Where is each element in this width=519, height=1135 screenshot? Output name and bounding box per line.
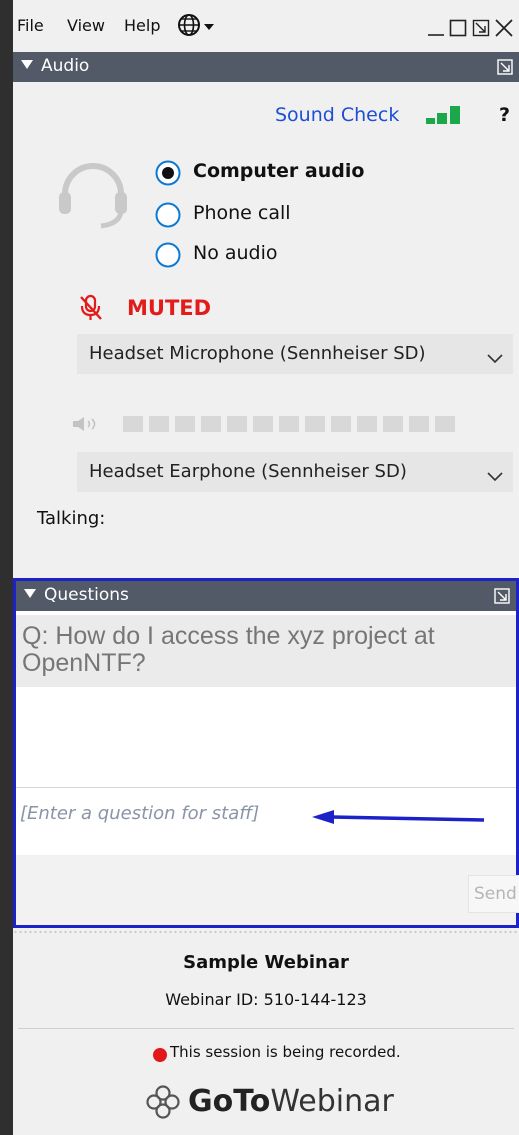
close-icon[interactable] <box>495 19 513 41</box>
chevron-down-icon <box>487 348 503 369</box>
sound-check-link[interactable]: Sound Check <box>275 104 399 126</box>
arrow-annotation-icon <box>312 807 488 831</box>
signal-strength-icon <box>426 106 466 132</box>
level-segment <box>175 416 195 432</box>
muted-label: MUTED <box>127 296 212 320</box>
level-segment <box>279 416 299 432</box>
popout-icon[interactable] <box>472 19 490 41</box>
language-globe-icon[interactable] <box>177 13 221 43</box>
audio-level-meter <box>123 416 461 436</box>
speaker-select[interactable]: Headset Earphone (Sennheiser SD) <box>77 452 513 492</box>
divider <box>16 787 516 788</box>
speaker-volume-icon <box>73 416 107 436</box>
audio-popout-icon[interactable] <box>497 59 513 80</box>
collapse-triangle-icon[interactable] <box>24 589 36 598</box>
level-segment <box>123 416 143 432</box>
logo-rest: Webinar <box>270 1084 394 1119</box>
webinar-title: Sample Webinar <box>183 952 349 973</box>
questions-panel: Questions Q: How do I access the xyz pro… <box>13 578 519 928</box>
level-segment <box>357 416 377 432</box>
questions-header[interactable]: Questions <box>16 581 516 611</box>
menu-bar: File View Help <box>13 0 519 52</box>
audio-panel: Sound Check ? Computer audio Phone call <box>13 82 519 578</box>
phone-call-label: Phone call <box>193 202 291 224</box>
send-button-label: Send <box>474 884 517 904</box>
window-edge <box>0 0 13 1135</box>
level-segment <box>435 416 455 432</box>
gotowebinar-logo: GoToWebinar <box>188 1084 394 1119</box>
no-audio-label: No audio <box>193 242 278 264</box>
talking-label: Talking: <box>37 508 106 529</box>
question-actions: Send <box>16 855 519 925</box>
level-segment <box>409 416 429 432</box>
control-panel: File View Help Audio Sound Check ? Compu… <box>13 0 519 1135</box>
questions-popout-icon[interactable] <box>494 588 510 609</box>
recording-notice: This session is being recorded. <box>170 1043 401 1061</box>
radio-computer-audio[interactable] <box>155 160 181 186</box>
level-segment <box>149 416 169 432</box>
level-segment <box>227 416 247 432</box>
divider <box>18 1028 514 1029</box>
menu-view[interactable]: View <box>67 16 105 35</box>
audio-header[interactable]: Audio <box>13 52 519 82</box>
question-text: Q: How do I access the xyz project at Op… <box>22 622 435 677</box>
webinar-id: Webinar ID: 510-144-123 <box>165 990 367 1009</box>
collapse-triangle-icon[interactable] <box>21 60 33 69</box>
minimize-icon[interactable] <box>427 19 445 41</box>
level-segment <box>201 416 221 432</box>
send-button[interactable]: Send <box>468 875 519 913</box>
microphone-select-value: Headset Microphone (Sennheiser SD) <box>89 343 426 364</box>
microphone-select[interactable]: Headset Microphone (Sennheiser SD) <box>77 334 513 374</box>
muted-microphone-icon[interactable] <box>78 294 104 326</box>
radio-no-audio[interactable] <box>155 242 181 268</box>
radio-phone-call[interactable] <box>155 202 181 228</box>
audio-header-title: Audio <box>41 56 90 76</box>
logo-bold: GoTo <box>188 1084 271 1119</box>
question-display: Q: How do I access the xyz project at Op… <box>16 615 516 687</box>
level-segment <box>383 416 403 432</box>
chevron-down-icon <box>487 466 503 487</box>
speaker-select-value: Headset Earphone (Sennheiser SD) <box>89 461 407 482</box>
gotowebinar-logo-icon <box>146 1085 180 1123</box>
recording-dot-icon <box>153 1048 167 1062</box>
headset-icon <box>53 156 133 240</box>
questions-header-title: Questions <box>44 585 129 605</box>
maximize-icon[interactable] <box>449 19 467 41</box>
menu-help[interactable]: Help <box>124 16 160 35</box>
help-button[interactable]: ? <box>499 104 510 126</box>
question-input[interactable]: [Enter a question for staff] <box>16 793 516 855</box>
webinar-footer: Sample Webinar Webinar ID: 510-144-123 T… <box>13 934 519 1135</box>
menu-file[interactable]: File <box>17 16 44 35</box>
question-input-placeholder: [Enter a question for staff] <box>20 803 260 824</box>
computer-audio-label: Computer audio <box>193 160 365 182</box>
level-segment <box>253 416 273 432</box>
level-segment <box>331 416 351 432</box>
level-segment <box>305 416 325 432</box>
